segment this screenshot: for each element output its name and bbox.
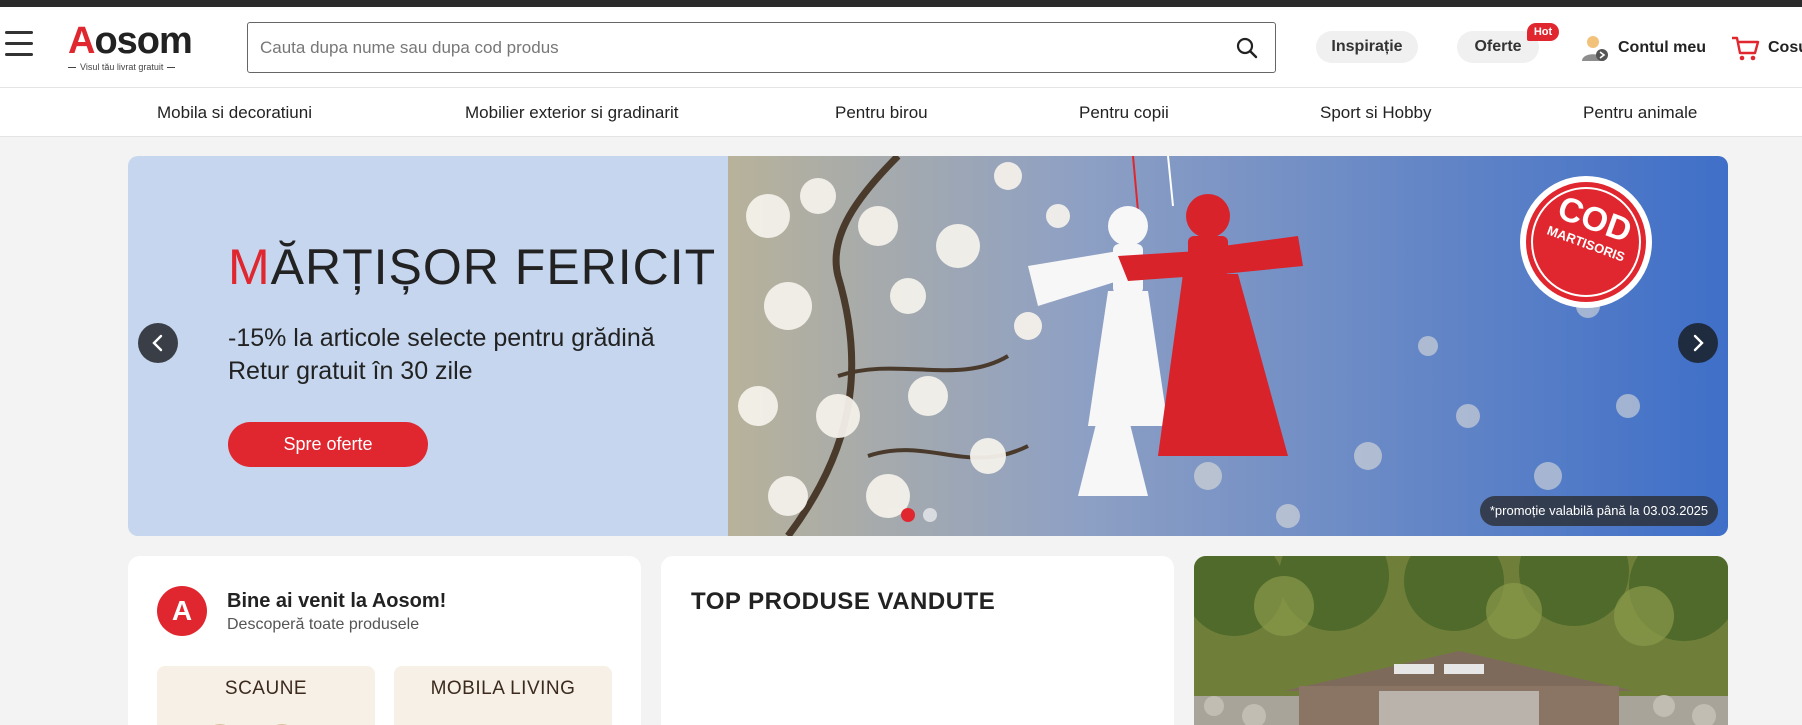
cart-icon bbox=[1732, 36, 1760, 61]
garden-shed-image bbox=[1194, 556, 1728, 725]
promo-validity-note: *promoție valabilă până la 03.03.2025 bbox=[1480, 496, 1718, 526]
slider-dot-1[interactable] bbox=[901, 508, 915, 522]
garden-shed-card[interactable] bbox=[1194, 556, 1728, 725]
nav-item-exterior[interactable]: Mobilier exterior si gradinarit bbox=[465, 103, 679, 123]
user-icon bbox=[1582, 36, 1608, 61]
search-box bbox=[247, 22, 1276, 73]
menu-icon[interactable] bbox=[5, 31, 33, 61]
cart-button[interactable]: Cosul bbox=[1730, 31, 1802, 65]
account-button[interactable]: Contul meu bbox=[1580, 31, 1706, 65]
search-icon[interactable] bbox=[1235, 36, 1259, 60]
logo-rest: osom bbox=[94, 20, 192, 62]
category-nav: Mobila si decoratiuni Mobilier exterior … bbox=[0, 87, 1802, 137]
hero-subtitle-discount: -15% la articole selecte pentru grădină bbox=[228, 324, 655, 352]
nav-item-copii[interactable]: Pentru copii bbox=[1079, 103, 1169, 123]
welcome-subtitle: Descoperă toate produsele bbox=[227, 616, 420, 633]
top-products-title: TOP PRODUSE VANDUTE bbox=[691, 588, 996, 615]
chevron-left-icon bbox=[152, 334, 163, 352]
chevron-right-icon bbox=[1693, 334, 1704, 352]
hero-banner[interactable]: MĂRȚIȘOR FERICIT -15% la articole select… bbox=[128, 156, 1728, 536]
nav-item-animale[interactable]: Pentru animale bbox=[1583, 103, 1697, 123]
hero-subtitle-return: Retur gratuit în 30 zile bbox=[228, 357, 473, 385]
account-label: Contul meu bbox=[1618, 39, 1706, 56]
hero-cta-button[interactable]: Spre oferte bbox=[228, 422, 428, 467]
nav-item-birou[interactable]: Pentru birou bbox=[835, 103, 928, 123]
logo-wordmark: Aosom bbox=[68, 21, 208, 61]
welcome-card: A Bine ai venit la Aosom! Descoperă toat… bbox=[128, 556, 641, 725]
tile-label: MOBILA LIVING bbox=[430, 678, 576, 699]
welcome-title: Bine ai venit la Aosom! bbox=[227, 590, 447, 612]
logo-tagline-row: Visul tău livrat gratuit bbox=[68, 62, 208, 72]
hero-title-first: M bbox=[228, 239, 271, 295]
hero-title-rest: ĂRȚIȘOR FERICIT bbox=[270, 239, 717, 295]
inspiration-button[interactable]: Inspirație bbox=[1316, 31, 1418, 63]
slider-dots bbox=[901, 508, 937, 522]
slider-prev-button[interactable] bbox=[138, 323, 178, 363]
hot-badge: Hot bbox=[1527, 23, 1559, 41]
category-tile-scaune[interactable]: SCAUNE bbox=[157, 666, 375, 725]
aosom-logo[interactable]: Aosom Visul tău livrat gratuit bbox=[68, 21, 208, 73]
search-input[interactable] bbox=[248, 23, 1208, 72]
hero-title: MĂRȚIȘOR FERICIT bbox=[228, 238, 716, 296]
site-header: Aosom Visul tău livrat gratuit Inspirați… bbox=[0, 7, 1802, 87]
nav-item-sport[interactable]: Sport si Hobby bbox=[1320, 103, 1432, 123]
logo-tagline: Visul tău livrat gratuit bbox=[80, 62, 164, 72]
tile-label: SCAUNE bbox=[224, 678, 308, 699]
browser-top-strip bbox=[0, 0, 1802, 7]
slider-next-button[interactable] bbox=[1678, 323, 1718, 363]
top-products-card: TOP PRODUSE VANDUTE bbox=[661, 556, 1174, 725]
slider-dot-2[interactable] bbox=[923, 508, 937, 522]
category-tile-mobila-living[interactable]: MOBILA LIVING bbox=[394, 666, 612, 725]
logo-letter-a: A bbox=[68, 20, 95, 62]
nav-item-mobila[interactable]: Mobila si decoratiuni bbox=[157, 103, 312, 123]
cart-label: Cosul bbox=[1768, 39, 1802, 56]
aosom-avatar: A bbox=[157, 586, 207, 636]
